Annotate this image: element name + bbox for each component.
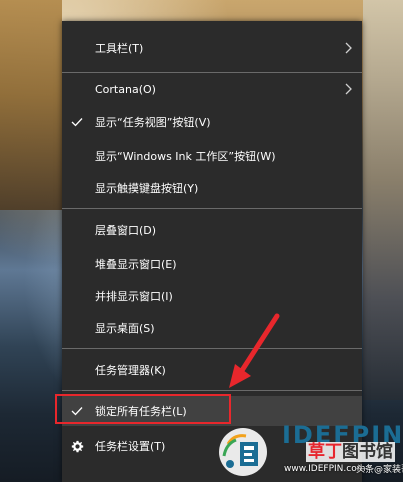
menu-item-label: 层叠窗口(D) <box>95 224 157 237</box>
annotation-highlight-box <box>55 394 231 424</box>
watermark-subtitle-dark: 图书馆 <box>342 442 393 462</box>
menu-separator <box>62 208 362 209</box>
chevron-right-icon <box>344 82 354 96</box>
wallpaper-right-edge <box>363 0 403 400</box>
menu-item-show-touch-keyboard-button[interactable]: 显示触摸键盘按钮(Y) <box>62 173 362 203</box>
menu-item-label: 并排显示窗口(I) <box>95 290 173 303</box>
menu-item-label: 任务管理器(K) <box>95 364 166 377</box>
watermark-logo-icon <box>219 428 267 476</box>
menu-item-task-manager[interactable]: 任务管理器(K) <box>62 355 362 385</box>
menu-item-cascade-windows[interactable]: 层叠窗口(D) <box>62 215 362 245</box>
menu-item-label: 显示桌面(S) <box>95 322 155 335</box>
menu-item-show-windows-ink-button[interactable]: 显示“Windows Ink 工作区”按钮(W) <box>62 141 362 171</box>
watermark: IDEFPIN 草丁图书馆 www.IDEFPIN.com 头条@家装哥 <box>206 420 403 482</box>
menu-item-cortana[interactable]: Cortana(O) <box>62 74 362 104</box>
menu-item-label: 工具栏(T) <box>95 42 144 55</box>
menu-item-label: 显示触摸键盘按钮(Y) <box>95 182 199 195</box>
check-icon <box>70 115 84 129</box>
menu-item-show-desktop[interactable]: 显示桌面(S) <box>62 313 362 343</box>
watermark-url: www.IDEFPIN.com <box>284 464 366 474</box>
menu-separator <box>62 348 362 349</box>
menu-item-label: 显示“任务视图”按钮(V) <box>95 116 211 129</box>
menu-item-label: Cortana(O) <box>95 82 156 96</box>
watermark-subtitle-red: 草丁 <box>308 442 342 462</box>
menu-item-label: 任务栏设置(T) <box>95 440 166 453</box>
menu-separator <box>62 72 362 73</box>
menu-item-toolbars[interactable]: 工具栏(T) <box>62 33 362 63</box>
watermark-handle: 头条@家装哥 <box>356 465 403 475</box>
gear-icon <box>70 439 84 453</box>
menu-item-show-task-view-button[interactable]: 显示“任务视图”按钮(V) <box>62 107 362 137</box>
menu-separator <box>62 390 362 391</box>
annotation-arrow <box>229 313 280 388</box>
wallpaper-rock <box>0 0 62 210</box>
menu-item-side-by-side-windows[interactable]: 并排显示窗口(I) <box>62 281 362 311</box>
watermark-subtitle: 草丁图书馆 <box>306 442 395 462</box>
menu-item-label: 显示“Windows Ink 工作区”按钮(W) <box>95 150 276 163</box>
menu-item-label: 堆叠显示窗口(E) <box>95 258 177 271</box>
menu-item-stack-windows[interactable]: 堆叠显示窗口(E) <box>62 249 362 279</box>
chevron-right-icon <box>344 41 354 55</box>
